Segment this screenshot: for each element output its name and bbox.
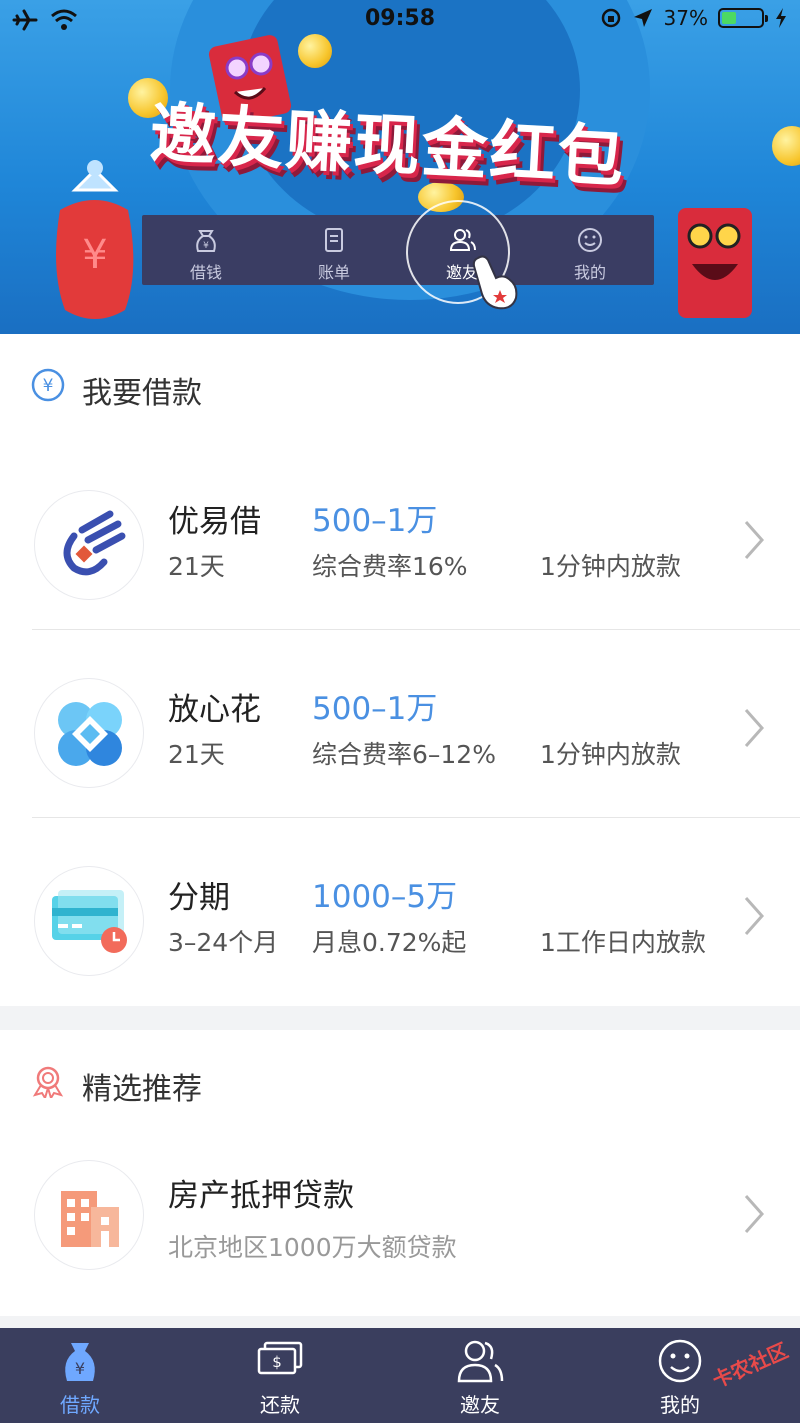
banner-tab-label: 账单 (317, 263, 350, 282)
product-speed: 1分钟内放款 (540, 552, 681, 581)
svg-text:¥: ¥ (75, 1359, 85, 1378)
banner-tab-label: 我的 (573, 263, 606, 282)
tab-label: 邀友 (460, 1393, 500, 1417)
money-bag-icon: ¥ (196, 230, 216, 252)
banner-tab-strip: ¥ 借钱 账单 邀友 我的 (142, 215, 654, 285)
product-logo (34, 490, 144, 600)
product-term: 21天 (168, 740, 225, 769)
mascot-red-envelope-right (678, 208, 752, 318)
chevron-right-icon (744, 897, 765, 935)
tab-label: 借款 (60, 1393, 100, 1417)
section-title: 精选推荐 (82, 1072, 202, 1107)
tab-label: 我的 (660, 1393, 700, 1417)
battery-percentage: 37% (663, 6, 708, 30)
chevron-right-icon (744, 1195, 765, 1233)
banner-tab-label: 借钱 (189, 263, 222, 282)
comet-logo-icon (63, 510, 126, 576)
battery-icon (718, 8, 768, 28)
status-bar: 09:58 37% (0, 0, 800, 40)
loan-section-header: ¥ 我要借款 (0, 334, 800, 434)
mascot-money-bag: ¥ (56, 160, 134, 319)
svg-text:¥: ¥ (82, 232, 107, 278)
product-term: 21天 (168, 552, 225, 581)
money-bag-icon: ¥ (65, 1343, 95, 1381)
card-clock-icon (52, 890, 127, 953)
banner-tab-bill: 账单 (270, 215, 398, 285)
product-name: 房产抵押贷款 (168, 1178, 354, 1214)
friends-icon (457, 1340, 504, 1383)
svg-text:¥: ¥ (203, 241, 209, 251)
product-term: 3–24个月 (168, 928, 279, 957)
product-row-installment[interactable]: 分期 3–24个月 1000–5万 月息0.72%起 1工作日内放款 (0, 818, 800, 1006)
tab-label: 还款 (260, 1393, 300, 1417)
recommend-row-mortgage[interactable]: 房产抵押贷款 北京地区1000万大额贷款 (0, 1130, 800, 1320)
banner-tab-borrow: ¥ 借钱 (142, 215, 270, 285)
product-amount: 500–1万 (312, 503, 438, 539)
product-name: 优易借 (168, 504, 261, 540)
svg-text:$: $ (272, 1353, 282, 1371)
chevron-right-icon (744, 521, 765, 559)
smile-icon (578, 228, 602, 252)
product-row-fangxinhua[interactable]: 放心花 21天 500–1万 综合费率6–12% 1分钟内放款 (0, 630, 800, 818)
award-ribbon-icon (32, 1066, 64, 1098)
product-amount: 500–1万 (312, 691, 438, 727)
product-name: 分期 (168, 880, 230, 916)
building-icon (61, 1191, 119, 1247)
product-logo (34, 1160, 144, 1270)
product-rate: 月息0.72%起 (312, 928, 467, 957)
product-name: 放心花 (168, 692, 261, 728)
product-speed: 1分钟内放款 (540, 740, 681, 769)
section-separator (0, 1006, 800, 1030)
tab-borrow[interactable]: ¥ 借款 (0, 1328, 180, 1423)
product-amount: 1000–5万 (312, 879, 458, 915)
section-title: 我要借款 (82, 376, 202, 411)
bottom-tab-bar: ¥ 借款 $ 还款 邀友 我的 (0, 1328, 800, 1423)
coin-icon (772, 126, 800, 166)
tab-invite[interactable]: 邀友 (380, 1328, 580, 1423)
product-speed: 1工作日内放款 (540, 928, 706, 957)
product-description: 北京地区1000万大额贷款 (168, 1233, 457, 1262)
product-logo (34, 678, 144, 788)
pointing-hand-icon (472, 255, 518, 310)
banner-tab-mine: 我的 (526, 215, 654, 285)
bill-icon (325, 228, 343, 252)
yuan-circle-icon: ¥ (31, 368, 65, 402)
blossom-logo-icon (58, 702, 122, 766)
recommend-section-header: 精选推荐 (0, 1030, 800, 1130)
location-arrow-icon (633, 9, 652, 27)
bottom-separator (0, 1316, 800, 1328)
product-rate: 综合费率6–12% (312, 740, 496, 769)
svg-text:¥: ¥ (43, 376, 54, 396)
product-rate: 综合费率16% (312, 552, 468, 581)
cash-icon: $ (257, 1341, 303, 1375)
battery-level (722, 12, 737, 24)
promo-banner[interactable]: ¥ 邀友赚现金红包 ¥ 借钱 账单 邀友 我的 (0, 0, 800, 334)
smile-icon (658, 1339, 702, 1383)
rotation-lock-icon (601, 8, 620, 28)
chevron-right-icon (744, 709, 765, 747)
product-row-youyijie[interactable]: 优易借 21天 500–1万 综合费率16% 1分钟内放款 (0, 442, 800, 630)
charging-bolt-icon (776, 8, 786, 28)
tab-repay[interactable]: $ 还款 (180, 1328, 380, 1423)
product-logo (34, 866, 144, 976)
